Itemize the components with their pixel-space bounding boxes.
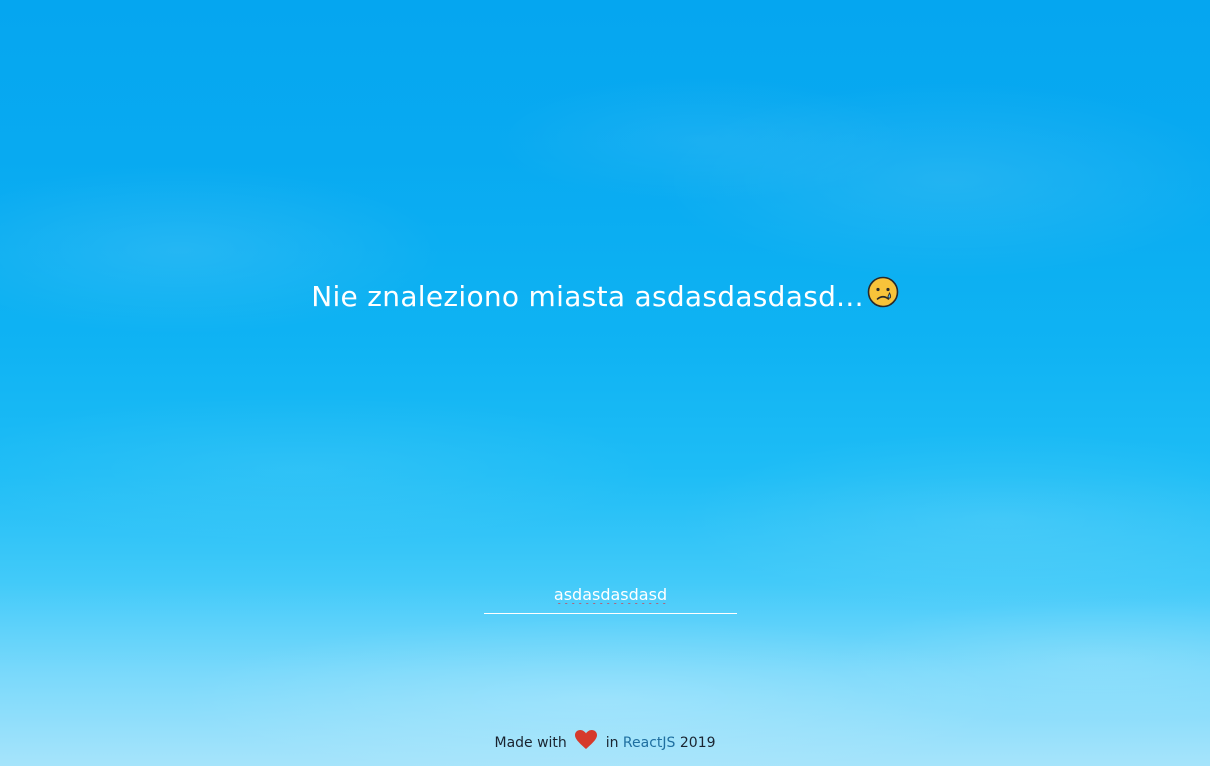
city-search: [484, 577, 737, 614]
sky-background: [0, 0, 1210, 766]
city-search-input[interactable]: [484, 577, 737, 614]
reactjs-link[interactable]: ReactJS: [623, 735, 676, 751]
not-found-message: Nie znaleziono miasta asdasdasdasd...: [0, 276, 1210, 315]
footer: Made with in ReactJS 2019: [0, 729, 1210, 754]
heart-icon: [574, 729, 598, 754]
sad-tear-face-icon: [867, 276, 899, 315]
footer-made-with: Made with: [494, 735, 567, 751]
footer-in: in: [605, 735, 619, 751]
not-found-text: Nie znaleziono miasta asdasdasdasd...: [311, 280, 864, 313]
footer-year: 2019: [679, 735, 716, 751]
